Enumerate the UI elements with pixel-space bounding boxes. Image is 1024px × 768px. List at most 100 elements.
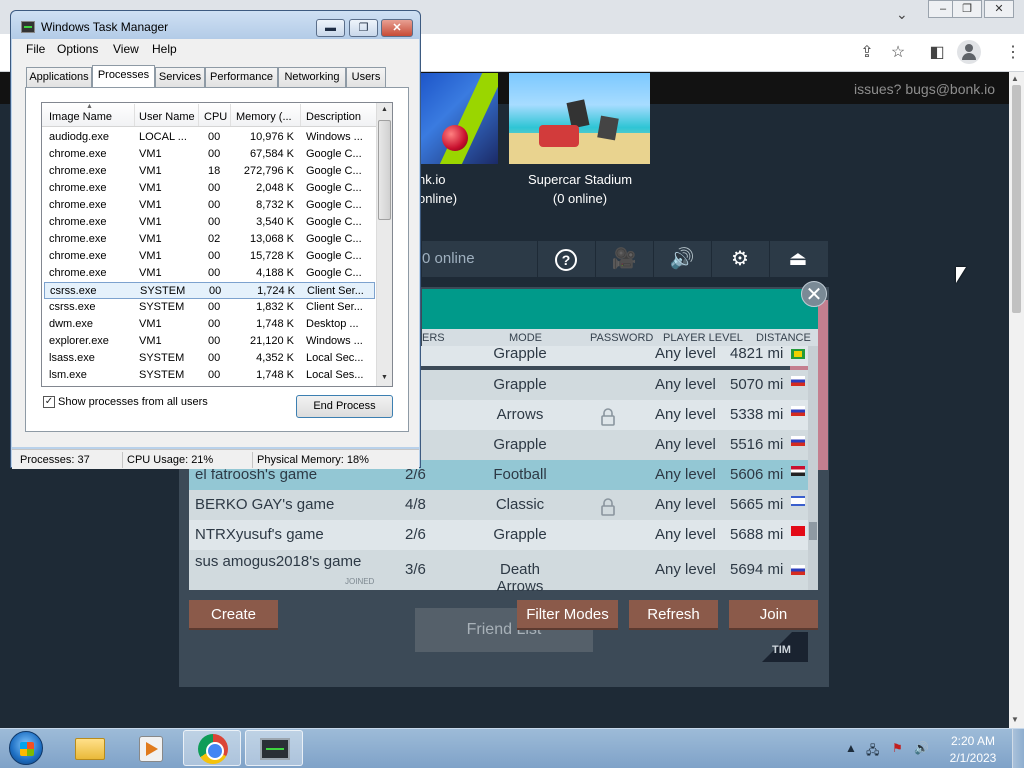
share-icon[interactable]: ⇪ bbox=[856, 42, 878, 64]
volume-icon[interactable]: 🔊 bbox=[914, 741, 929, 755]
column-divider[interactable] bbox=[134, 104, 135, 126]
refresh-button[interactable]: Refresh bbox=[629, 600, 718, 630]
browser-restore-button[interactable]: ❐ bbox=[952, 0, 982, 18]
process-cpu: 00 bbox=[208, 250, 221, 262]
tab-processes[interactable]: Processes bbox=[92, 65, 155, 89]
show-desktop-button[interactable] bbox=[1012, 729, 1024, 768]
column-mode[interactable]: MODE bbox=[509, 332, 542, 344]
room-row[interactable]: sus amogus2018's game 3/6 Death Arrows Any … bbox=[189, 550, 818, 595]
maximize-button[interactable]: ❐ bbox=[349, 19, 378, 37]
close-icon[interactable]: ✕ bbox=[801, 281, 827, 307]
tab-applications[interactable]: Applications bbox=[26, 67, 92, 88]
process-row[interactable]: chrome.exe VM1 18 272,796 K Google C... bbox=[44, 163, 375, 180]
room-name: NTRXyusuf's game bbox=[195, 526, 324, 543]
column-password[interactable]: PASSWORD bbox=[590, 332, 653, 344]
lobby-scroll-thumb[interactable] bbox=[809, 522, 817, 540]
taskbar-explorer[interactable] bbox=[60, 730, 118, 766]
column-cpu[interactable]: CPU bbox=[204, 111, 227, 123]
process-row[interactable]: csrss.exe SYSTEM 00 1,832 K Client Ser... bbox=[44, 299, 375, 316]
camera-icon[interactable]: 🎥 bbox=[595, 241, 652, 277]
scroll-up-arrow-icon[interactable]: ▲ bbox=[1011, 74, 1019, 83]
browser-close-button[interactable]: ✕ bbox=[984, 0, 1014, 18]
taskbar-task-manager[interactable] bbox=[245, 730, 303, 766]
show-hidden-icons-arrow-icon[interactable]: ▲ bbox=[845, 741, 857, 755]
room-row[interactable]: NTRXyusuf's game 2/6 Grapple Any level 5688 … bbox=[189, 520, 818, 550]
menu-file[interactable]: File bbox=[26, 42, 45, 56]
physical-memory: Physical Memory: 18% bbox=[257, 454, 369, 466]
room-name: sus amogus2018's game bbox=[195, 553, 362, 570]
tab-networking[interactable]: Networking bbox=[278, 67, 346, 88]
profile-avatar[interactable] bbox=[957, 40, 981, 64]
process-row[interactable]: explorer.exe VM1 00 21,120 K Windows ... bbox=[44, 333, 375, 350]
menu-options[interactable]: Options bbox=[57, 42, 98, 56]
process-row[interactable]: chrome.exe VM1 00 3,540 K Google C... bbox=[44, 214, 375, 231]
tab-performance[interactable]: Performance bbox=[205, 67, 278, 88]
column-divider[interactable] bbox=[300, 104, 301, 126]
room-row[interactable]: BERKO GAY's game 4/8 Classic Any level 5665 … bbox=[189, 490, 818, 520]
side-panel-icon[interactable]: ◧ bbox=[926, 42, 948, 64]
help-icon[interactable]: ? bbox=[537, 241, 594, 277]
bookmark-star-icon[interactable]: ☆ bbox=[887, 42, 909, 64]
process-row[interactable]: chrome.exe VM1 02 13,068 K Google C... bbox=[44, 231, 375, 248]
scroll-down-arrow-icon[interactable]: ▼ bbox=[1011, 715, 1019, 724]
system-clock[interactable]: 2:20 AM 2/1/2023 bbox=[940, 733, 1006, 767]
network-icon[interactable]: 🖧 bbox=[866, 741, 879, 762]
browser-menu-icon[interactable]: ⋮ bbox=[1005, 42, 1021, 62]
show-all-processes-label[interactable]: Show processes from all users bbox=[58, 396, 208, 408]
action-center-flag-icon[interactable]: ⚑ bbox=[892, 741, 903, 755]
tab-users[interactable]: Users bbox=[346, 67, 386, 88]
column-players[interactable]: ERS bbox=[422, 332, 445, 344]
process-row[interactable]: csrss.exe SYSTEM 00 1,724 K Client Ser... bbox=[44, 282, 375, 299]
create-button[interactable]: Create bbox=[189, 600, 278, 630]
lobby-scrollbar[interactable] bbox=[808, 346, 818, 590]
taskbar-media-player[interactable] bbox=[121, 730, 179, 766]
process-row[interactable]: chrome.exe VM1 00 67,584 K Google C... bbox=[44, 146, 375, 163]
room-distance: 5694 mi bbox=[730, 561, 784, 578]
column-memory[interactable]: Memory (... bbox=[236, 111, 292, 123]
column-distance[interactable]: DISTANCE bbox=[756, 332, 811, 344]
process-row[interactable]: chrome.exe VM1 00 2,048 K Google C... bbox=[44, 180, 375, 197]
scroll-down-arrow-icon[interactable]: ▼ bbox=[381, 374, 388, 381]
process-row[interactable]: chrome.exe VM1 00 4,188 K Google C... bbox=[44, 265, 375, 282]
room-player-level: Any level bbox=[655, 406, 716, 423]
map-thumbnail-1[interactable] bbox=[420, 73, 498, 164]
process-row[interactable]: lsass.exe SYSTEM 00 4,352 K Local Sec... bbox=[44, 350, 375, 367]
issues-contact-text[interactable]: issues? bugs@bonk.io bbox=[854, 81, 995, 97]
sand-shape bbox=[509, 133, 650, 164]
minimize-button[interactable]: ▬ bbox=[316, 19, 345, 37]
gear-icon[interactable]: ⚙ bbox=[711, 241, 768, 277]
column-description[interactable]: Description bbox=[306, 111, 361, 123]
map-thumbnail-2[interactable] bbox=[509, 73, 650, 164]
tab-services[interactable]: Services bbox=[155, 67, 205, 88]
show-all-processes-checkbox[interactable]: ✓ bbox=[43, 396, 55, 408]
filter-modes-button[interactable]: Filter Modes bbox=[517, 600, 618, 630]
process-list-scroll-thumb[interactable] bbox=[378, 120, 391, 220]
column-divider[interactable] bbox=[198, 104, 199, 126]
exit-icon[interactable]: ⏏ bbox=[769, 241, 826, 277]
column-player-level[interactable]: PLAYER LEVEL bbox=[663, 332, 743, 344]
scroll-up-arrow-icon[interactable]: ▲ bbox=[381, 106, 388, 113]
process-description: Google C... bbox=[306, 199, 362, 211]
taskbar-chrome[interactable] bbox=[183, 730, 241, 766]
sort-ascending-icon: ▲ bbox=[86, 103, 93, 110]
process-row[interactable]: chrome.exe VM1 00 8,732 K Google C... bbox=[44, 197, 375, 214]
process-row[interactable]: lsm.exe SYSTEM 00 1,748 K Local Ses... bbox=[44, 367, 375, 384]
process-row[interactable]: audiodg.exe LOCAL ... 00 10,976 K Windows ..… bbox=[44, 129, 375, 146]
start-button[interactable] bbox=[9, 731, 43, 765]
speaker-icon[interactable]: 🔊 bbox=[653, 241, 710, 277]
process-row[interactable]: chrome.exe VM1 00 15,728 K Google C... bbox=[44, 248, 375, 265]
page-scroll-thumb[interactable] bbox=[1012, 85, 1021, 313]
column-user-name[interactable]: User Name bbox=[139, 111, 195, 123]
process-list[interactable]: ▲ Image Name User Name CPU Memory (... D… bbox=[41, 102, 393, 387]
join-button[interactable]: Join bbox=[729, 600, 818, 630]
tab-search-chevron-icon[interactable]: ⌄ bbox=[896, 6, 908, 23]
close-button[interactable]: ✕ bbox=[381, 19, 413, 37]
menu-view[interactable]: View bbox=[113, 42, 139, 56]
task-manager-titlebar[interactable]: Windows Task Manager ▬ ❐ ✕ bbox=[11, 11, 420, 39]
column-image-name[interactable]: Image Name bbox=[49, 111, 112, 123]
process-row[interactable]: dwm.exe VM1 00 1,748 K Desktop ... bbox=[44, 316, 375, 333]
column-divider[interactable] bbox=[230, 104, 231, 126]
process-user-name: SYSTEM bbox=[139, 369, 185, 381]
end-process-button[interactable]: End Process bbox=[296, 395, 393, 418]
menu-help[interactable]: Help bbox=[152, 42, 177, 56]
